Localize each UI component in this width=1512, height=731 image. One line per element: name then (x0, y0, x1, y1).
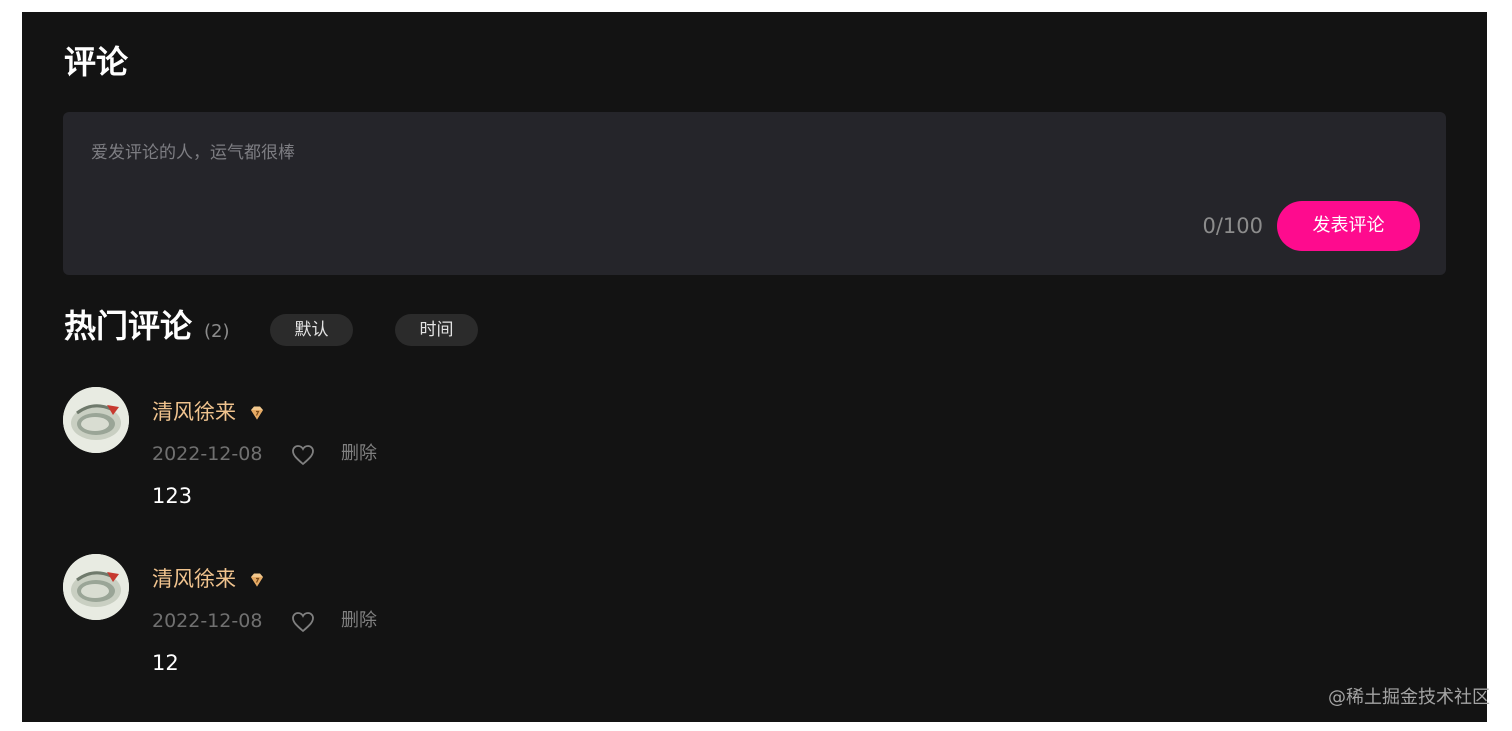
comment-date: 2022-12-08 (152, 610, 263, 632)
page-title: 评论 (64, 43, 129, 81)
diamond-badge-icon (251, 406, 263, 420)
tab-time[interactable]: 时间 (395, 314, 478, 346)
avatar-image (63, 554, 129, 620)
comment-content: 12 (152, 651, 179, 675)
tab-default[interactable]: 默认 (270, 314, 353, 346)
heart-icon[interactable] (291, 444, 315, 466)
avatar-image (63, 387, 129, 453)
comment-content: 123 (152, 484, 193, 508)
avatar[interactable] (63, 554, 129, 620)
delete-button[interactable]: 删除 (341, 607, 377, 635)
username[interactable]: 清风徐来 (152, 397, 236, 427)
comment-composer: 0/100 发表评论 (63, 112, 1446, 275)
heart-icon[interactable] (291, 611, 315, 633)
comment-count: (2) (204, 321, 230, 342)
avatar[interactable] (63, 387, 129, 453)
diamond-badge-icon (251, 573, 263, 587)
submit-comment-button[interactable]: 发表评论 (1277, 201, 1420, 251)
comment-input[interactable] (91, 138, 1411, 168)
watermark: @稀土掘金技术社区 (1328, 687, 1490, 708)
delete-button[interactable]: 删除 (341, 440, 377, 468)
comment-date: 2022-12-08 (152, 443, 263, 465)
username[interactable]: 清风徐来 (152, 564, 236, 594)
char-counter: 0/100 (1202, 214, 1263, 238)
hot-comments-title: 热门评论 (64, 307, 193, 345)
comment-item: 清风徐来 2022-12-08 删除 12 (22, 554, 1487, 694)
comment-item: 清风徐来 2022-12-08 删除 123 (22, 387, 1487, 527)
comment-panel: 评论 0/100 发表评论 热门评论 (2) 默认 时间 清风徐来 2022-1… (22, 12, 1487, 722)
